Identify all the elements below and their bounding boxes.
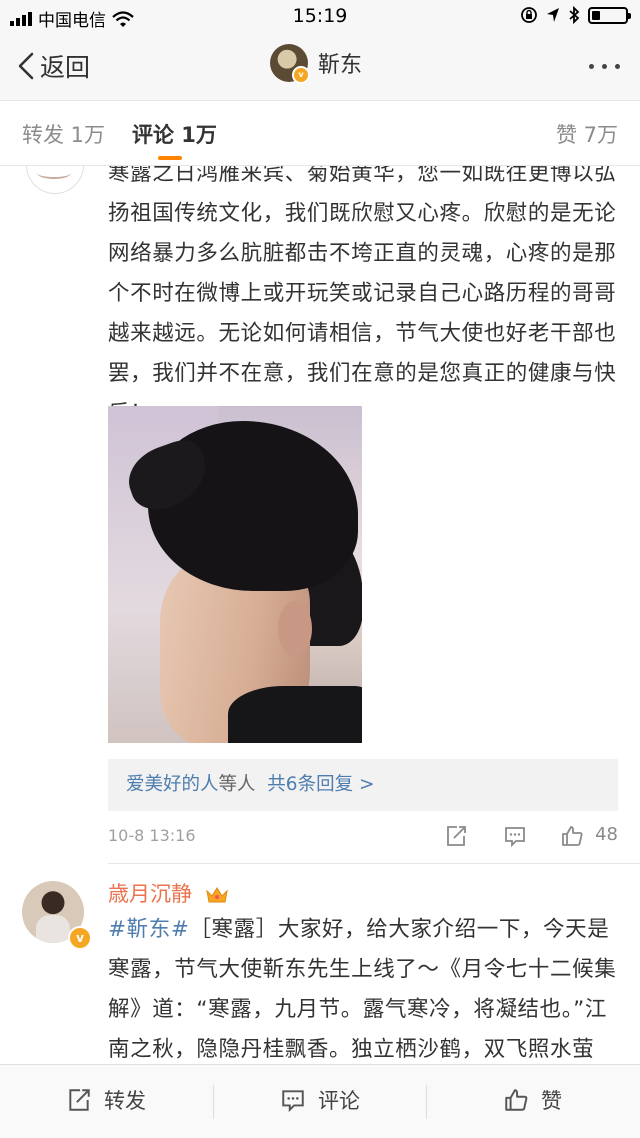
repost-button[interactable]: 转发 bbox=[66, 1085, 146, 1115]
comment-photo[interactable] bbox=[108, 406, 362, 743]
comment-list[interactable]: 寒露之日鸿雁来宾、菊始黄华，您一如既往更博以弘扬祖国传统文化，我们既欣慰又心疼。… bbox=[0, 166, 640, 1064]
rotation-lock-icon bbox=[521, 7, 537, 23]
comment-icon[interactable] bbox=[503, 824, 527, 848]
reply-mid-text: 等人 bbox=[218, 774, 256, 795]
like-count: 48 bbox=[595, 824, 618, 845]
tab-comment[interactable]: 评论 1万 bbox=[132, 119, 217, 149]
replies-box[interactable]: 爱美好的人等人 共6条回复 > bbox=[108, 759, 618, 811]
status-bar: 中国电信 15:19 bbox=[0, 0, 640, 34]
thumbs-up-icon[interactable] bbox=[560, 824, 584, 848]
more-options-icon[interactable] bbox=[589, 64, 620, 69]
like-label: 赞 bbox=[541, 1089, 562, 1113]
topic-link[interactable]: #靳东# bbox=[108, 917, 189, 942]
tab-bar: 转发 1万 评论 1万 赞 7万 bbox=[0, 100, 640, 166]
tab-repost[interactable]: 转发 1万 bbox=[22, 119, 105, 149]
comment-text: #靳东#［寒露］大家好，给大家介绍一下，今天是寒露，节气大使靳东先生上线了～《月… bbox=[108, 910, 624, 1064]
bottom-action-bar: 转发 评论 赞 bbox=[0, 1064, 640, 1138]
verified-badge-icon: v bbox=[68, 926, 92, 950]
comment-username[interactable]: 歳月沉静 bbox=[108, 878, 229, 908]
tab-like[interactable]: 赞 7万 bbox=[556, 119, 618, 149]
nav-profile[interactable]: v 靳东 bbox=[270, 44, 363, 84]
thumbs-up-icon bbox=[505, 1089, 528, 1111]
chevron-left-icon bbox=[18, 52, 34, 80]
page-title: 靳东 bbox=[318, 53, 363, 78]
comment-meta: 10-8 13:16 48 bbox=[108, 822, 624, 852]
avatar[interactable] bbox=[26, 166, 84, 194]
crown-icon bbox=[205, 887, 228, 903]
bluetooth-icon bbox=[569, 6, 580, 24]
repost-icon bbox=[69, 1089, 90, 1111]
status-icons bbox=[520, 6, 631, 24]
comment-timestamp: 10-8 13:16 bbox=[108, 826, 196, 845]
comment-label: 评论 bbox=[318, 1089, 360, 1113]
comment-text: 寒露之日鸿雁来宾、菊始黄华，您一如既往更博以弘扬祖国传统文化，我们既欣慰又心疼。… bbox=[108, 166, 617, 426]
location-icon bbox=[547, 8, 559, 22]
divider bbox=[213, 1085, 214, 1119]
username-label: 歳月沉静 bbox=[108, 882, 192, 906]
repost-icon[interactable] bbox=[444, 824, 468, 848]
view-replies-link[interactable]: 共6条回复 > bbox=[267, 774, 374, 795]
divider bbox=[426, 1085, 427, 1119]
verified-badge-icon: v bbox=[292, 66, 310, 84]
comment-icon bbox=[282, 1090, 304, 1113]
divider bbox=[108, 863, 640, 864]
back-button[interactable]: 返回 bbox=[16, 48, 90, 84]
comment-button[interactable]: 评论 bbox=[280, 1085, 360, 1115]
active-tab-indicator bbox=[158, 156, 182, 160]
back-label: 返回 bbox=[40, 53, 91, 82]
nav-bar: 返回 v 靳东 bbox=[0, 34, 640, 100]
avatar[interactable]: v bbox=[270, 44, 310, 84]
reply-user-link[interactable]: 爱美好的人 bbox=[126, 774, 219, 795]
like-button[interactable]: 赞 bbox=[503, 1085, 562, 1115]
repost-label: 转发 bbox=[104, 1089, 146, 1113]
battery-icon bbox=[588, 6, 631, 24]
